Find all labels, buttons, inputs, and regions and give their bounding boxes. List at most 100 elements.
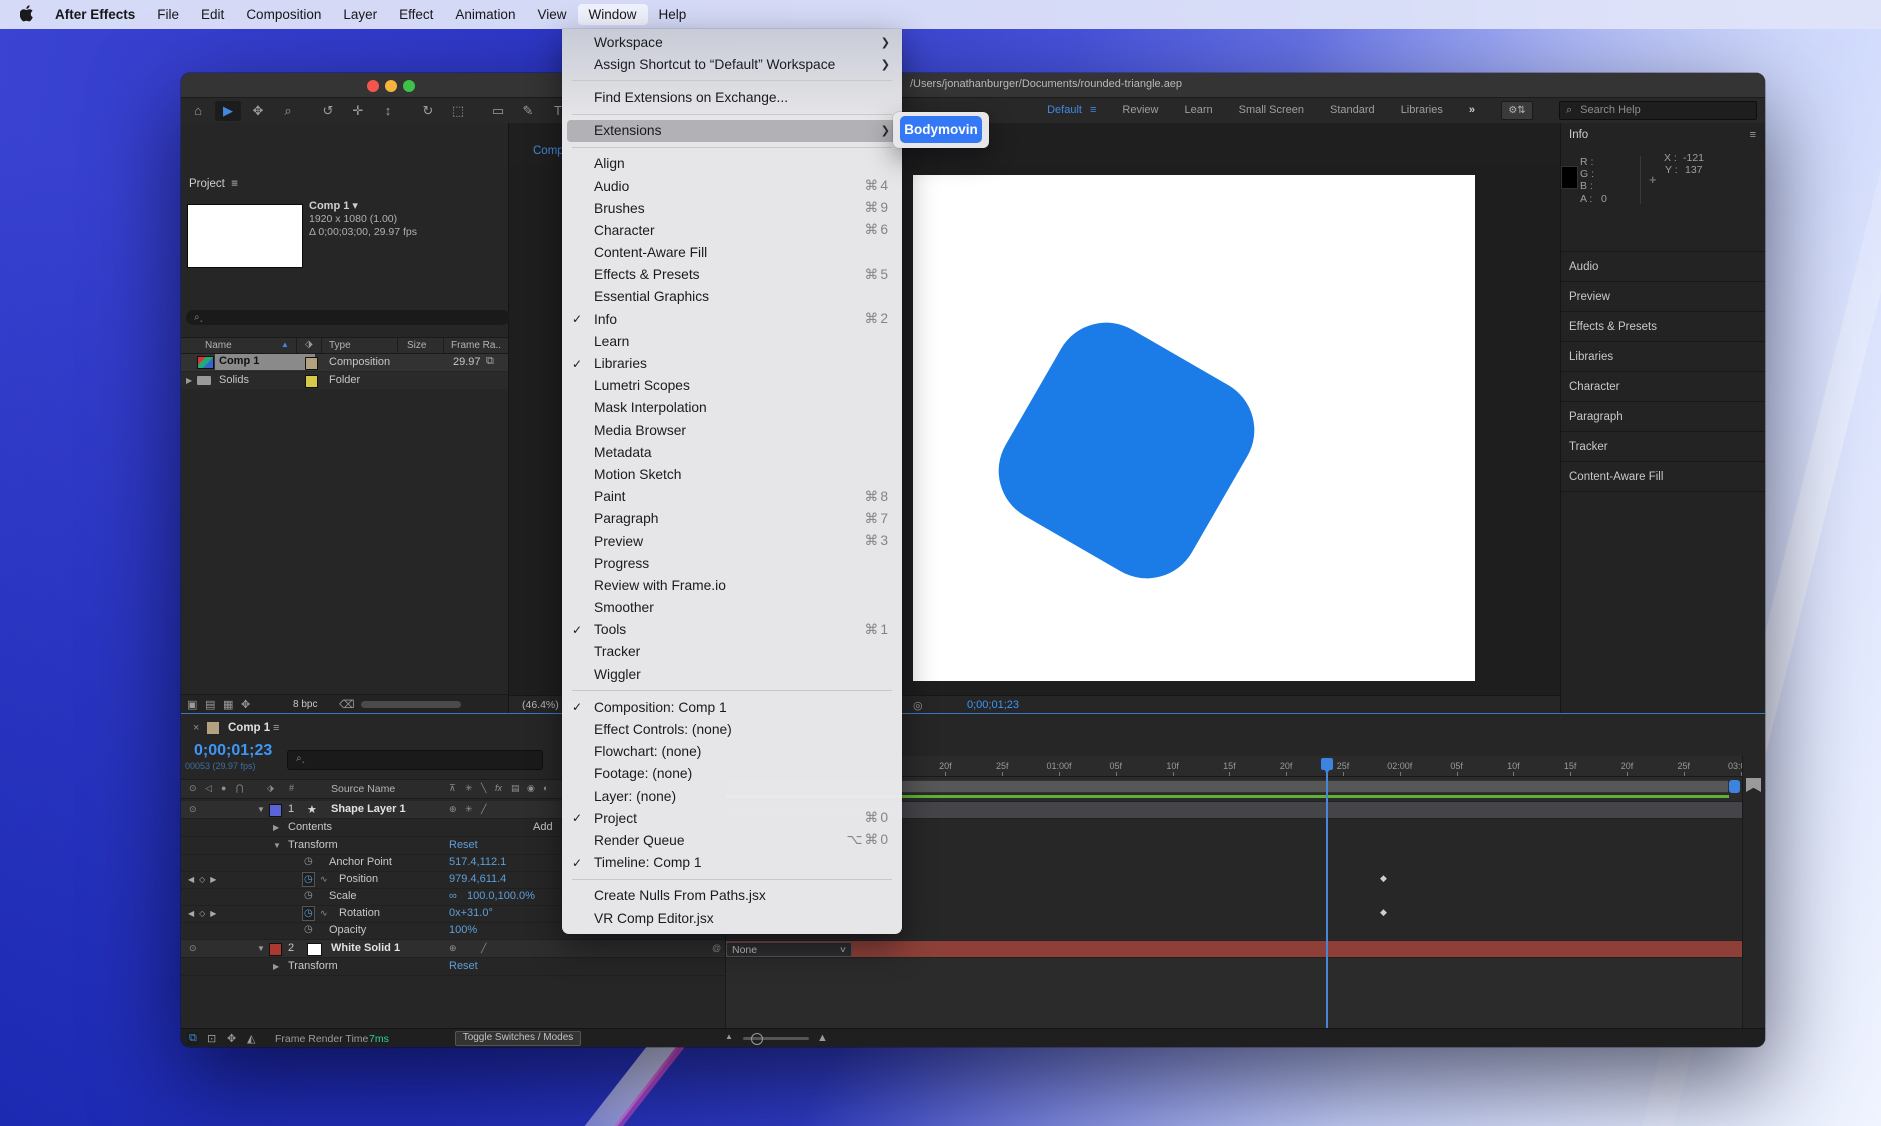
menubar-item[interactable]: Animation bbox=[444, 4, 526, 25]
window-menu-item[interactable]: Smoother ❯ bbox=[562, 597, 902, 619]
graph-icon[interactable]: ∿ bbox=[320, 908, 328, 919]
live-update-icon[interactable]: ⧉ bbox=[187, 1032, 199, 1045]
window-menu-item[interactable]: Essential Graphics ❯ bbox=[562, 286, 902, 308]
pen-tool-icon[interactable]: ✎ bbox=[515, 101, 541, 121]
project-search-input[interactable]: ⌕˯ bbox=[186, 310, 510, 325]
window-menu-item[interactable]: Libraries ❯ bbox=[562, 352, 902, 374]
window-menu-item[interactable]: Content-Aware Fill ❯ bbox=[562, 242, 902, 264]
property-row-solid-transform[interactable]: ▶ Transform Reset bbox=[181, 958, 725, 976]
stopwatch-icon[interactable]: ◷ bbox=[304, 924, 313, 935]
window-menu-item[interactable]: Timeline: Comp 1 ❯ bbox=[562, 852, 902, 874]
window-menu-item[interactable]: VR Comp Editor.jsx ❯ bbox=[562, 907, 902, 929]
adjustment-layer-icon[interactable]: ◐ bbox=[543, 783, 548, 793]
scroll-thumb-end[interactable] bbox=[1729, 780, 1740, 793]
quality-icon[interactable]: ╲ bbox=[481, 783, 486, 794]
graph-editor-icon[interactable]: ✥ bbox=[227, 1032, 236, 1045]
window-menu-item[interactable]: Tools ⌘1 ❯ bbox=[562, 619, 902, 641]
label-column-tag-icon[interactable]: ⬗ bbox=[305, 339, 313, 350]
window-menu-item[interactable]: Create Nulls From Paths.jsx ❯ bbox=[562, 885, 902, 907]
submenu-item-bodymovin[interactable]: Bodymovin bbox=[900, 116, 982, 143]
window-menu-item[interactable]: Composition: Comp 1 ❯ bbox=[562, 696, 902, 718]
stopwatch-icon-active[interactable]: ◷ bbox=[302, 872, 315, 887]
label-tag-icon[interactable]: ⬗ bbox=[267, 783, 274, 794]
expand-arrow-icon[interactable]: ▶ bbox=[186, 376, 192, 385]
workspace-standard[interactable]: Standard bbox=[1330, 104, 1375, 116]
window-menu-item[interactable]: Tracker ❯ bbox=[562, 641, 902, 663]
layer-color-chip[interactable] bbox=[269, 943, 282, 956]
window-menu-item[interactable]: Preview ⌘3 ❯ bbox=[562, 530, 902, 552]
camera-tool-icon[interactable]: ⬚ bbox=[445, 101, 471, 121]
rotation-tool-icon[interactable]: ↻ bbox=[415, 101, 441, 121]
panel-menu-icon[interactable]: ≡ bbox=[273, 722, 279, 734]
workspace-learn[interactable]: Learn bbox=[1184, 104, 1212, 116]
zoom-out-mountain-icon[interactable]: ▲ bbox=[725, 1032, 733, 1041]
window-menu-item[interactable]: Layer: (none) ❯ bbox=[562, 785, 902, 807]
panel-menu-icon[interactable]: ≡ bbox=[231, 178, 238, 190]
interpret-footage-icon[interactable]: ▣ bbox=[187, 698, 197, 711]
comp-canvas[interactable] bbox=[913, 175, 1475, 681]
add-menu[interactable]: Add bbox=[533, 821, 553, 833]
reset-link[interactable]: Reset bbox=[449, 960, 478, 972]
dolly-camera-tool-icon[interactable]: ↕ bbox=[375, 101, 401, 121]
source-name-column[interactable]: Source Name bbox=[331, 783, 395, 795]
property-value[interactable]: 979.4,611.4 bbox=[449, 873, 506, 885]
workspace-settings-icon[interactable]: ⚙⇅ bbox=[1501, 101, 1533, 120]
zoom-tool-icon[interactable]: ⌕ bbox=[275, 101, 301, 121]
lock-icon[interactable]: ⋂ bbox=[236, 783, 243, 794]
layer-row-white-solid[interactable]: ⊙ ▼ 2 White Solid 1 ⊕ ╱ @ bbox=[181, 940, 725, 958]
sort-ascending-icon[interactable]: ▲ bbox=[281, 340, 289, 349]
menubar-item[interactable]: File bbox=[146, 4, 190, 25]
twirl-icon[interactable]: ▼ bbox=[257, 944, 265, 953]
keyframe-nav[interactable]: ◀◇▶ bbox=[188, 875, 221, 884]
search-help-box[interactable]: ⌕ bbox=[1559, 101, 1757, 120]
draft-3d-icon[interactable]: ⊡ bbox=[207, 1032, 216, 1045]
keyframe-diamond-rotation[interactable]: ◆ bbox=[1380, 907, 1387, 918]
orbit-camera-tool-icon[interactable]: ↺ bbox=[315, 101, 341, 121]
stopwatch-icon[interactable]: ◷ bbox=[304, 856, 313, 867]
window-menu-item[interactable]: Progress ❯ bbox=[562, 552, 902, 574]
window-menu-item[interactable]: Flowchart: (none) ❯ bbox=[562, 741, 902, 763]
window-menu-item[interactable]: Render Queue ⌥⌘0 ❯ bbox=[562, 829, 902, 851]
stopwatch-icon[interactable]: ◷ bbox=[304, 890, 313, 901]
magnification-menu[interactable]: (46.4%) ˅ bbox=[522, 699, 568, 711]
menubar-item[interactable]: View bbox=[526, 4, 577, 25]
workspace-libraries[interactable]: Libraries bbox=[1401, 104, 1443, 116]
solo-icon[interactable]: ● bbox=[221, 783, 226, 793]
keyframe-diamond-position[interactable]: ◆ bbox=[1380, 873, 1387, 884]
keyframe-nav[interactable]: ◀◇▶ bbox=[188, 909, 221, 918]
selection-tool-icon[interactable]: ▶ bbox=[215, 101, 241, 121]
window-menu-item[interactable]: Effect Controls: (none) ❯ bbox=[562, 718, 902, 740]
trash-icon[interactable]: ⌫ bbox=[339, 698, 355, 711]
layer-name[interactable]: White Solid 1 bbox=[331, 942, 400, 954]
project-row-comp1[interactable]: Comp 1 Composition 29.97 ⧉ bbox=[181, 354, 508, 371]
camera-footer-icon[interactable]: ◭ bbox=[247, 1032, 255, 1045]
project-row-solids[interactable]: ▶ Solids Folder bbox=[181, 372, 508, 389]
new-folder-icon[interactable]: ▤ bbox=[205, 698, 215, 711]
tab-info[interactable]: Info bbox=[1569, 129, 1588, 141]
timeline-timecode[interactable]: 0;00;01;23 bbox=[194, 742, 272, 760]
pickwhip-icon[interactable]: ⊕ bbox=[449, 804, 457, 815]
reset-link[interactable]: Reset bbox=[449, 839, 478, 851]
property-value[interactable]: 100% bbox=[449, 924, 477, 936]
rectangle-tool-icon[interactable]: ▭ bbox=[485, 101, 511, 121]
menubar-item[interactable]: Edit bbox=[190, 4, 235, 25]
parent-dropdown[interactable]: None˅ bbox=[726, 942, 852, 957]
window-menu-item[interactable]: Metadata ❯ bbox=[562, 441, 902, 463]
search-help-input[interactable] bbox=[1578, 103, 1732, 117]
zoom-button[interactable] bbox=[403, 80, 415, 92]
pickwhip-icon[interactable]: ⊕ bbox=[449, 943, 457, 954]
eye-icon[interactable]: ⊙ bbox=[189, 783, 197, 794]
workspace-default[interactable]: Default ≡ bbox=[1047, 104, 1096, 116]
timeline-search-input[interactable]: ⌕˯ bbox=[287, 750, 543, 770]
eye-icon[interactable]: ⊙ bbox=[189, 943, 197, 954]
column-frame-rate[interactable]: Frame Ra.. bbox=[451, 340, 501, 351]
tab-project[interactable]: Project ≡ bbox=[189, 178, 238, 190]
window-menu-item[interactable]: Review with Frame.io ❯ bbox=[562, 574, 902, 596]
menubar-item[interactable]: After Effects bbox=[44, 4, 146, 25]
snapshot-camera-icon[interactable]: ◎ bbox=[913, 699, 923, 712]
motion-blur-icon[interactable]: ◉ bbox=[527, 783, 535, 794]
workspace-small-screen[interactable]: Small Screen bbox=[1239, 104, 1304, 116]
quality-icon[interactable]: ╱ bbox=[481, 943, 486, 954]
apple-menu-icon[interactable] bbox=[12, 5, 42, 25]
layer-name[interactable]: Shape Layer 1 bbox=[331, 803, 406, 815]
